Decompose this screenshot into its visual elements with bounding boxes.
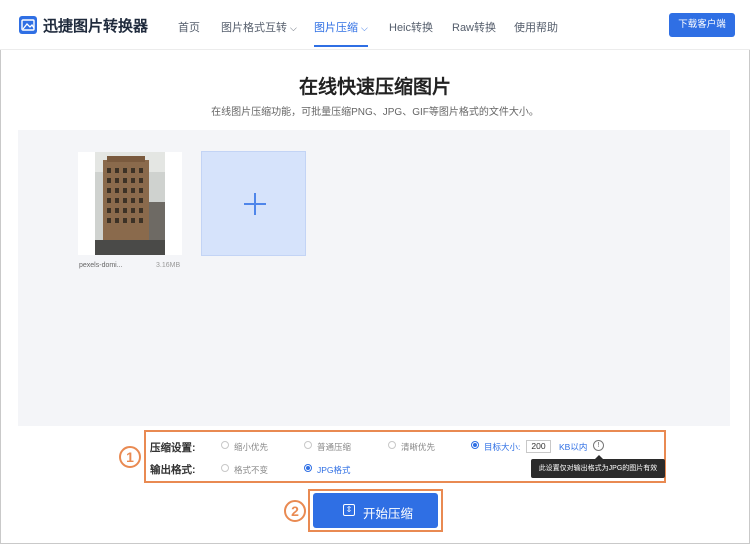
logo-icon [19,16,37,34]
plus-icon [244,193,266,215]
step-2-marker: 2 [284,500,306,522]
start-compress-button[interactable]: ⇕ 开始压缩 [313,493,438,528]
output-format-label: 输出格式: [150,464,196,476]
add-image-button[interactable] [201,151,306,256]
nav-home[interactable]: 首页 [178,19,200,35]
step-1-marker: 1 [119,446,141,468]
file-card[interactable] [78,152,182,255]
top-nav-bar: 迅捷图片转换器 首页 图片格式互转 ⌵ 图片压缩 ⌵ Heic转换 Raw转换 使用… [0,0,750,50]
info-icon[interactable]: ! [593,440,604,451]
nav-heic-convert[interactable]: Heic转换 [389,19,433,35]
target-size-input[interactable]: 200 [526,440,551,453]
radio-keep-format[interactable] [221,464,229,472]
image-thumbnail [95,152,165,255]
option-jpg-format-label[interactable]: JPG格式 [317,464,351,476]
nav-raw-convert[interactable]: Raw转换 [452,19,496,35]
option-size-priority-label[interactable]: 缩小优先 [234,441,268,453]
brand-name[interactable]: 迅捷图片转换器 [43,15,148,36]
jpg-only-tooltip: 此设置仅对输出格式为JPG的图片有效 [531,455,665,478]
start-compress-label: 开始压缩 [363,507,414,521]
file-name: pexels-domi... [79,262,123,269]
nav-format-convert[interactable]: 图片格式互转 ⌵ [221,19,297,35]
option-normal-compress-label[interactable]: 普通压缩 [317,441,351,453]
radio-clarity-priority[interactable] [388,441,396,449]
compress-settings-label: 压缩设置: [150,442,196,454]
chevron-down-icon: ⌵ [290,23,297,33]
radio-target-size[interactable] [471,441,479,449]
upload-area[interactable]: pexels-domi... 3.16MB [18,130,730,426]
page-subtitle: 在线图片压缩功能，可批量压缩PNG、JPG、GIF等图片格式的文件大小。 [211,107,539,118]
target-size-unit: KB以内 [559,442,588,452]
option-target-size-label[interactable]: 目标大小: [484,441,520,453]
compress-icon: ⇕ [343,504,355,516]
download-client-button[interactable]: 下载客户端 [669,13,735,37]
radio-jpg-format[interactable] [304,464,312,472]
active-tab-indicator [314,45,368,47]
radio-normal-compress[interactable] [304,441,312,449]
option-clarity-priority-label[interactable]: 清晰优先 [401,441,435,453]
nav-help[interactable]: 使用帮助 [514,19,558,35]
chevron-down-icon: ⌵ [361,23,368,33]
nav-image-compress[interactable]: 图片压缩 ⌵ [314,19,368,35]
page-title: 在线快速压缩图片 [298,77,451,98]
radio-size-priority[interactable] [221,441,229,449]
file-size: 3.16MB [156,262,181,269]
option-keep-format-label[interactable]: 格式不变 [234,464,268,476]
